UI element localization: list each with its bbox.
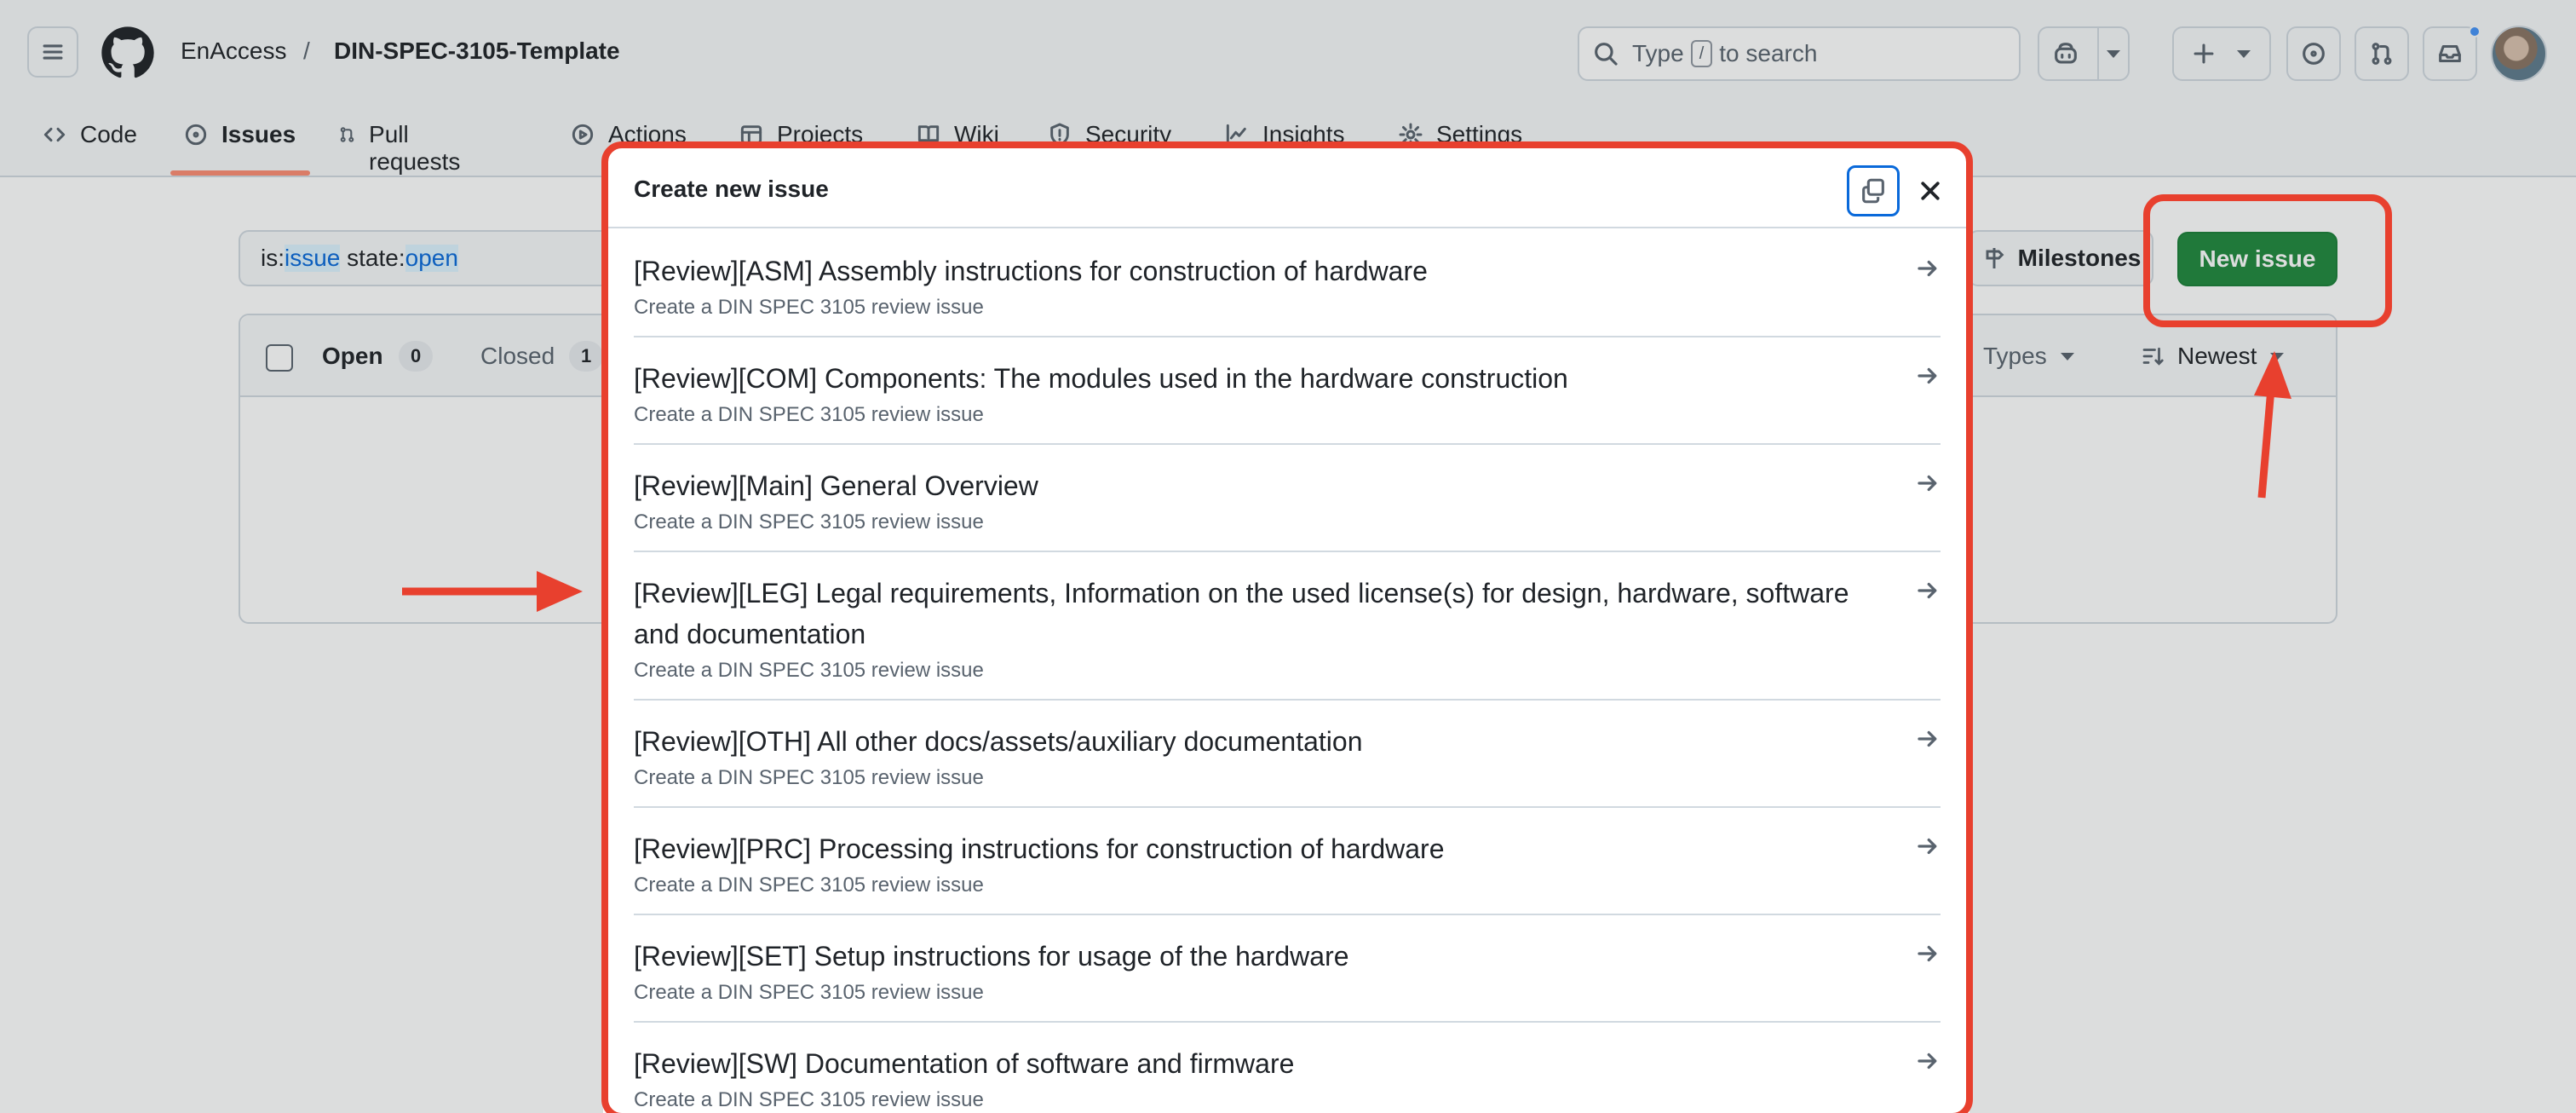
annotation-new-issue-frame — [2143, 194, 2392, 327]
annotation-dialog-frame — [601, 141, 1973, 1113]
